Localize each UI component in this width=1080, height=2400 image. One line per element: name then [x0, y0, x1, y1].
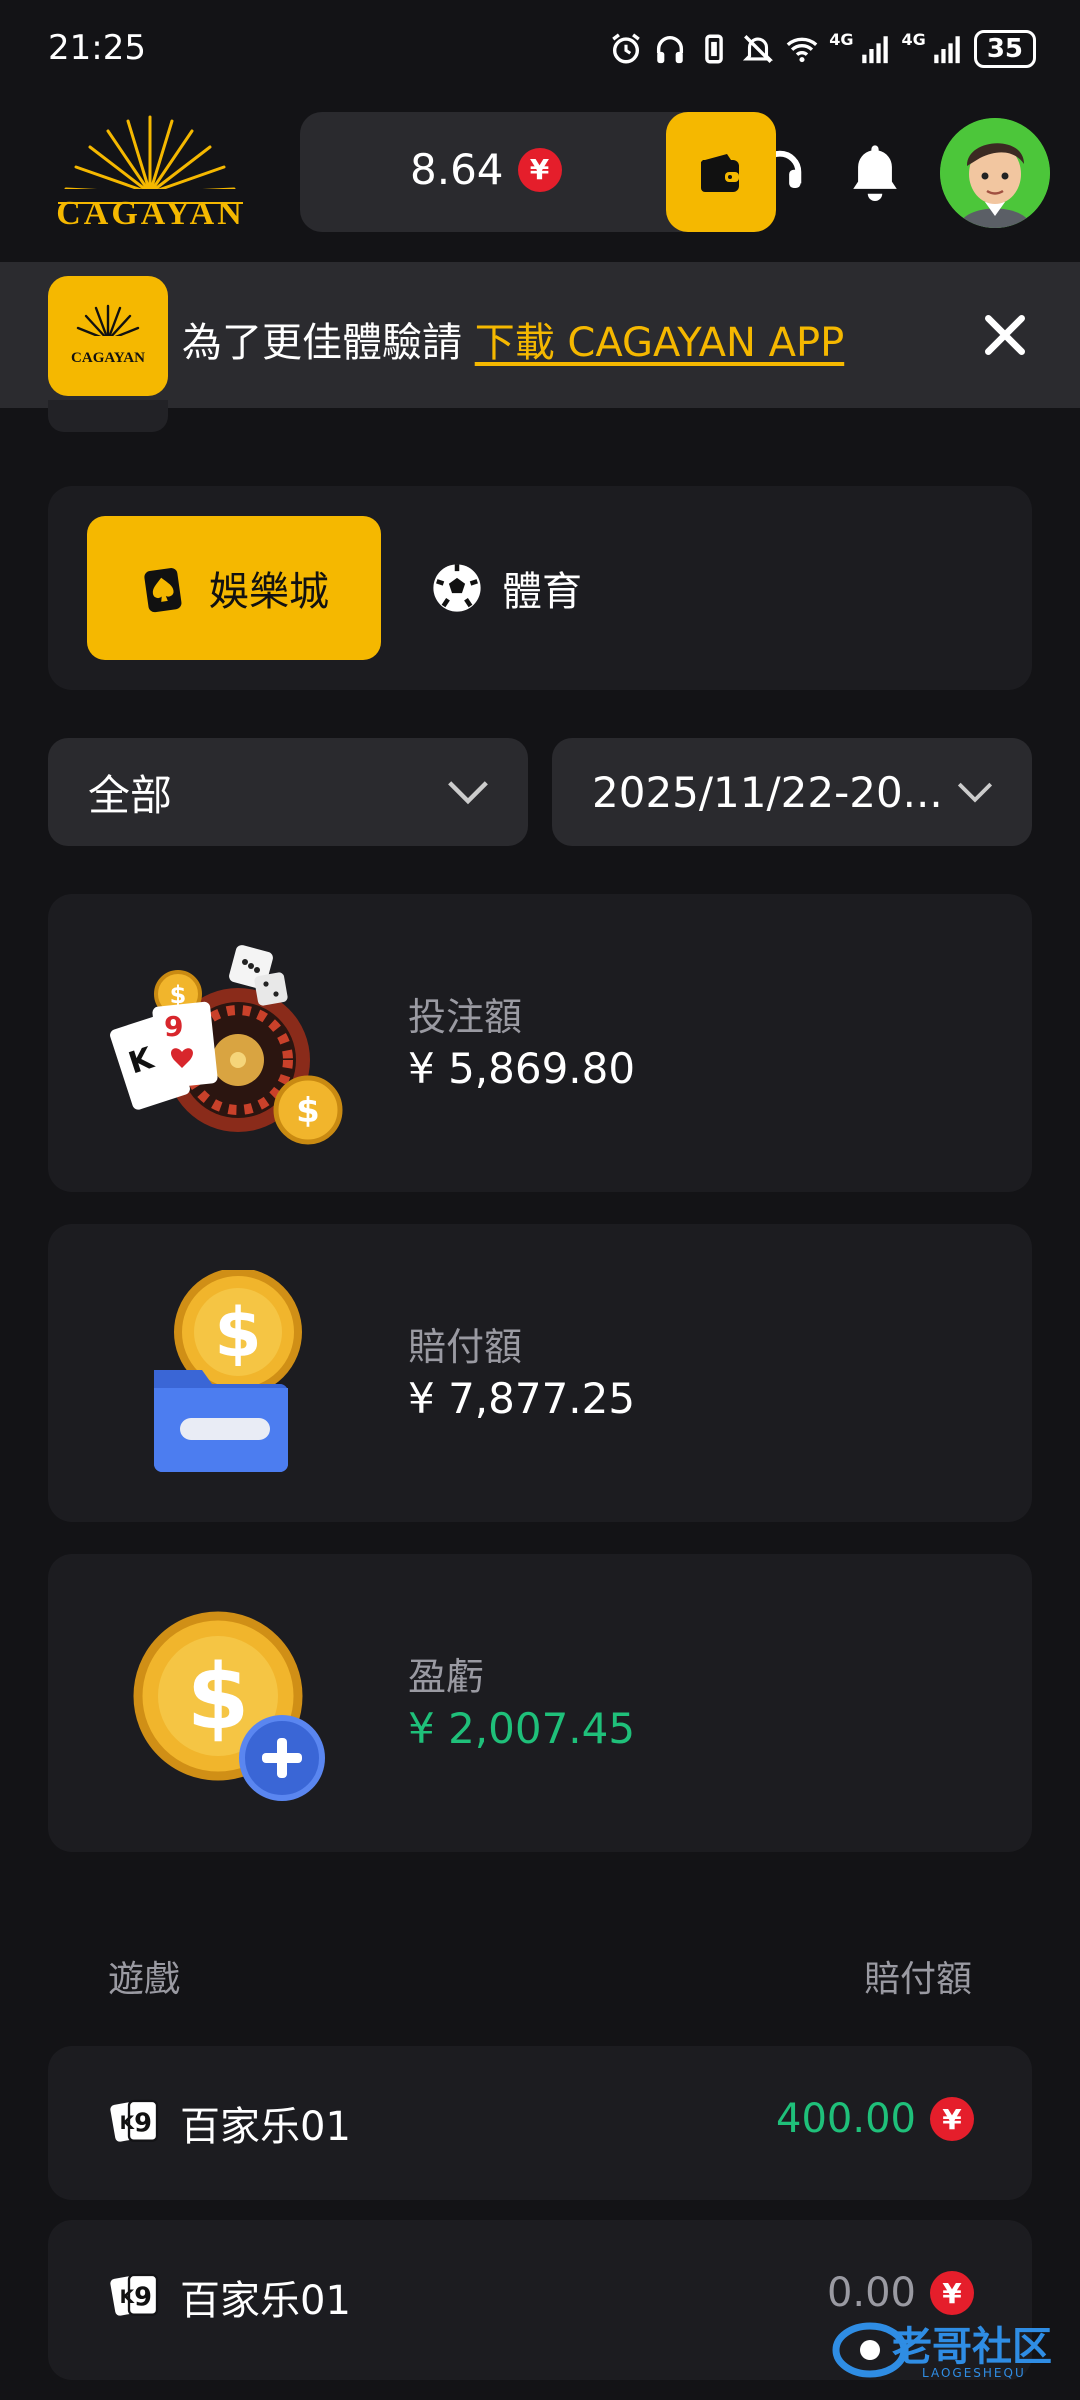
yen-currency-icon: ¥ — [930, 2271, 974, 2315]
signal-icon-1 — [861, 36, 888, 64]
download-app-link[interactable]: 下載 CAGAYAN APP — [475, 320, 845, 366]
partial-tab — [48, 400, 168, 432]
svg-text:9: 9 — [134, 2282, 152, 2312]
svg-text:9: 9 — [134, 2108, 152, 2138]
coin-plus-icon: $ — [133, 1611, 325, 1801]
chevron-down-icon — [957, 782, 993, 803]
game-type-value: 全部 — [88, 770, 173, 820]
wallet-button[interactable] — [666, 112, 776, 232]
tab-casino-label: 娛樂城 — [209, 569, 329, 615]
profit-loss-label: 盈虧 — [408, 1655, 485, 1699]
game-name: 百家乐01 — [180, 2104, 351, 2150]
logo-text: CAGAYAN — [56, 195, 245, 232]
balance-amount: 8.64 — [410, 145, 504, 194]
playing-cards-icon: 9K — [110, 2273, 159, 2316]
svg-text:K: K — [120, 2113, 136, 2134]
app-icon[interactable]: CAGAYAN — [48, 276, 168, 396]
game-name: 百家乐01 — [180, 2278, 351, 2324]
svg-text:$: $ — [187, 1645, 250, 1750]
bet-amount-label: 投注額 — [408, 995, 523, 1039]
vibrate-icon — [705, 34, 724, 64]
tab-casino[interactable]: 娛樂城 — [87, 516, 381, 660]
casino-roulette-icon: $ K 9 $ — [110, 945, 343, 1145]
game-payout: 400.00 ¥ — [776, 2096, 974, 2142]
wallet-icon — [701, 154, 739, 192]
game-payout-amount: 400.00 — [776, 2096, 916, 2142]
svg-text:$: $ — [296, 1091, 320, 1131]
close-icon[interactable] — [980, 310, 1030, 360]
tab-sports-label: 體育 — [502, 569, 582, 615]
mute-bell-icon — [743, 35, 774, 63]
network-type-2: 4G — [901, 30, 926, 49]
spade-card-icon — [144, 568, 182, 613]
cagayan-logo[interactable]: CAGAYAN — [28, 105, 273, 235]
wifi-icon — [786, 37, 818, 63]
network-type-1: 4G — [829, 30, 854, 49]
alarm-icon — [612, 33, 641, 64]
game-type-dropdown[interactable]: 全部 — [48, 738, 528, 846]
status-icons: 4G 4G 35 — [609, 30, 1036, 68]
profit-loss-value: ¥ 2,007.45 — [408, 1704, 636, 1753]
banner-message: 為了更佳體驗請 下載 CAGAYAN APP — [182, 310, 844, 368]
payout-label: 賠付額 — [408, 1325, 523, 1369]
notification-bell-icon[interactable] — [846, 140, 904, 204]
payout-value: ¥ 7,877.25 — [408, 1374, 636, 1423]
svg-text:9: 9 — [164, 1010, 183, 1043]
yen-currency-icon: ¥ — [517, 147, 562, 192]
playing-cards-icon: 9K — [110, 2099, 159, 2142]
cagayan-app-icon — [70, 304, 146, 344]
yen-currency-icon: ¥ — [930, 2097, 974, 2141]
chevron-down-icon — [448, 781, 488, 805]
date-range-value: 2025/11/22-20... — [592, 767, 943, 817]
svg-text:$: $ — [214, 1294, 261, 1373]
status-time: 21:25 — [48, 28, 146, 68]
coin-wallet-minus-icon: $ — [154, 1270, 302, 1472]
bet-amount-value: ¥ 5,869.80 — [408, 1044, 636, 1093]
column-header-payout: 賠付額 — [863, 1959, 972, 2000]
watermark-text: 老哥社区 — [892, 2324, 1052, 2370]
avatar-face-icon — [940, 118, 1050, 228]
signal-icon-2 — [934, 36, 960, 64]
status-bar: 21:25 4G 4G 35 — [0, 0, 1080, 100]
tab-sports[interactable]: 體育 — [430, 516, 582, 660]
user-avatar[interactable] — [940, 118, 1050, 228]
game-row[interactable]: 9K 百家乐01 400.00 ¥ — [48, 2046, 1032, 2200]
battery-indicator: 35 — [973, 30, 1036, 68]
headphones-icon — [657, 36, 684, 64]
watermark-subtext: LAOGESHEQU — [922, 2366, 1026, 2380]
watermark-logo: 老哥社区 LAOGESHEQU — [830, 2310, 1070, 2390]
svg-text:K: K — [120, 2287, 136, 2308]
balance-display: 8.64 ¥ — [410, 145, 562, 194]
app-icon-label: CAGAYAN — [71, 350, 145, 366]
soccer-ball-icon — [433, 564, 481, 612]
date-range-dropdown[interactable]: 2025/11/22-20... — [552, 738, 1032, 846]
column-header-game: 遊戲 — [108, 1959, 181, 2000]
banner-message-text: 為了更佳體驗請 — [182, 320, 475, 366]
